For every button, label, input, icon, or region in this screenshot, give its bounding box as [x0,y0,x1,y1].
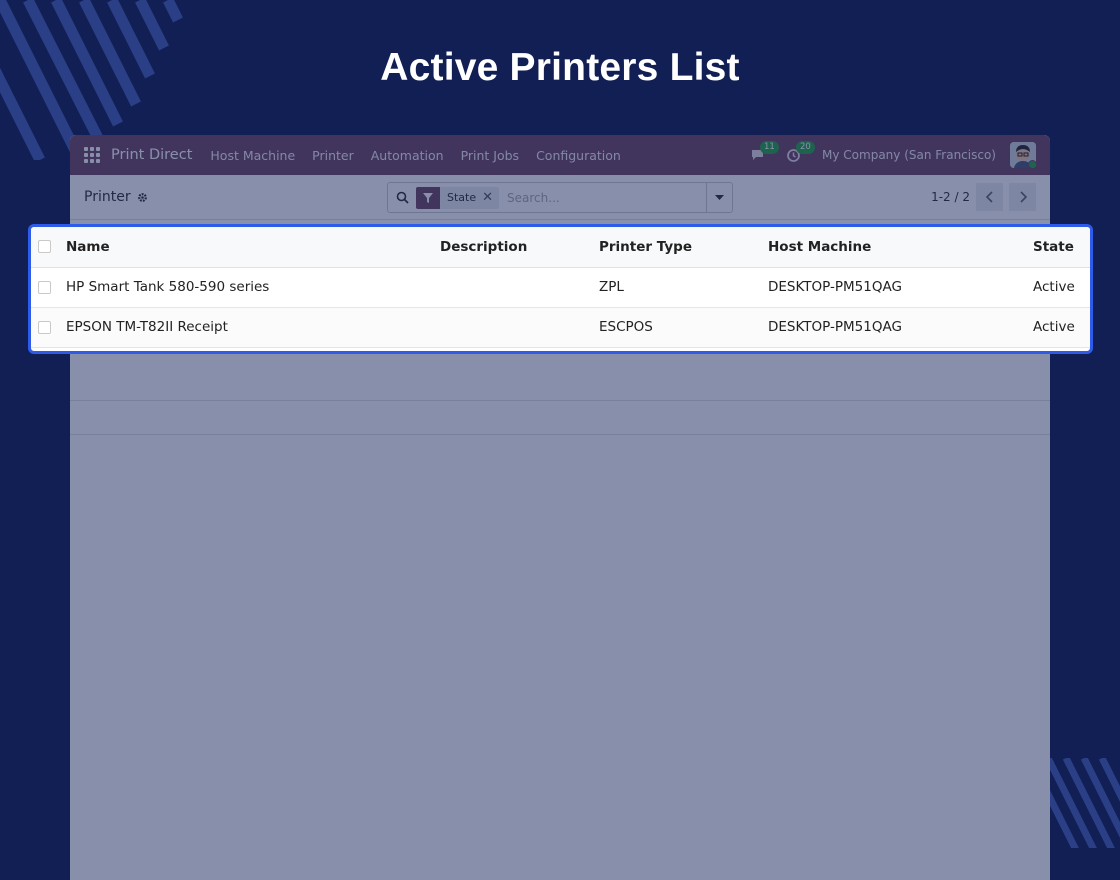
pager-next-button[interactable] [1009,183,1036,211]
cell-description [440,307,599,347]
cell-printer-type: ESCPOS [599,319,653,335]
menu-print-jobs[interactable]: Print Jobs [461,148,520,163]
activities-badge: 20 [796,141,815,154]
column-header-host-machine[interactable]: Host Machine [768,227,1033,267]
search-facet-state: State ✕ [416,186,500,209]
page-title: Active Printers List [380,46,740,89]
table-row[interactable]: HP Smart Tank 580-590 series ZPL DESKTOP… [31,267,1090,307]
search-input[interactable] [499,183,706,212]
cell-host-machine: DESKTOP-PM51QAG [768,279,902,295]
close-icon[interactable]: ✕ [482,190,499,205]
search-icon[interactable] [388,191,416,204]
caret-down-icon [715,194,724,200]
gear-icon[interactable] [137,192,148,203]
pager-value[interactable]: 1-2 / 2 [931,190,970,204]
row-checkbox[interactable] [38,320,51,334]
filter-icon [416,186,440,209]
select-all-checkbox[interactable] [38,240,51,254]
activities-button[interactable]: 20 [786,141,815,165]
menu-configuration[interactable]: Configuration [536,148,621,163]
cell-description [440,267,599,307]
breadcrumb-current: Printer [84,189,131,205]
cell-name: HP Smart Tank 580-590 series [66,279,270,295]
chevron-right-icon [1019,191,1027,203]
cell-name: EPSON TM-T82II Receipt [66,319,228,335]
menu-automation[interactable]: Automation [371,148,444,163]
control-panel: Printer State ✕ 1-2 / 2 [70,175,1050,220]
menu-printer[interactable]: Printer [312,148,354,163]
column-header-description[interactable]: Description [440,227,599,267]
messages-button[interactable]: 11 [750,141,779,165]
online-status-dot [1028,160,1036,168]
column-header-printer-type[interactable]: Printer Type [599,227,768,267]
row-checkbox[interactable] [38,280,51,294]
pager-previous-button[interactable] [976,183,1003,211]
cell-printer-type: ZPL [599,279,624,295]
printer-table: Name Description Printer Type Host Machi… [31,227,1090,348]
column-header-state[interactable]: State [1033,227,1090,267]
search-bar: State ✕ [387,182,733,213]
app-brand[interactable]: Print Direct [111,147,192,163]
cell-host-machine: DESKTOP-PM51QAG [768,319,902,335]
decorative-stripes-bottom-right [1048,758,1120,848]
menu-host-machine[interactable]: Host Machine [210,148,295,163]
breadcrumb: Printer [84,189,148,205]
table-row[interactable]: EPSON TM-T82II Receipt ESCPOS DESKTOP-PM… [31,307,1090,347]
cell-state: Active [1033,279,1075,295]
cell-state: Active [1033,319,1075,335]
chevron-left-icon [985,191,993,203]
pager: 1-2 / 2 [931,183,1036,211]
apps-grid-icon[interactable] [84,147,100,163]
search-options-toggle[interactable] [706,183,732,212]
messages-badge: 11 [760,141,779,154]
top-navbar: Print Direct Host Machine Printer Automa… [70,135,1050,175]
highlighted-printer-list: Name Description Printer Type Host Machi… [28,224,1093,354]
facet-label: State [447,191,477,204]
column-header-name[interactable]: Name [66,227,440,267]
company-switcher[interactable]: My Company (San Francisco) [822,148,996,162]
table-header-row: Name Description Printer Type Host Machi… [31,227,1090,267]
user-avatar[interactable] [1010,142,1036,168]
